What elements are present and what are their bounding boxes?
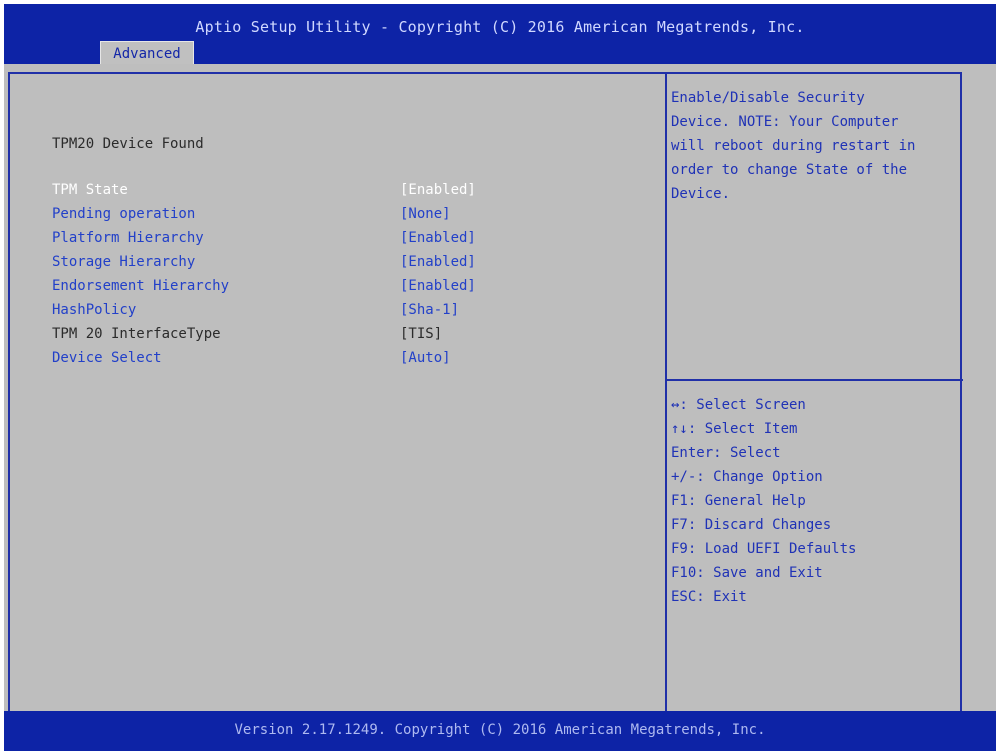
tab-advanced[interactable]: Advanced bbox=[100, 41, 194, 65]
setting-label-device-select[interactable]: Device Select bbox=[52, 350, 162, 366]
help-divider bbox=[665, 379, 963, 381]
setting-value-storage-hierarchy[interactable]: [Enabled] bbox=[400, 254, 476, 270]
key-load-defaults: F9: Load UEFI Defaults bbox=[671, 541, 857, 557]
footer-version-text: Version 2.17.1249. Copyright (C) 2016 Am… bbox=[234, 722, 766, 738]
footer-bar: Version 2.17.1249. Copyright (C) 2016 Am… bbox=[4, 711, 996, 751]
key-discard-changes: F7: Discard Changes bbox=[671, 517, 832, 533]
help-text: Enable/Disable Security Device. NOTE: Yo… bbox=[671, 90, 916, 202]
setting-value-tpm-state[interactable]: [Enabled] bbox=[400, 182, 476, 198]
key-enter-select: Enter: Select bbox=[671, 445, 781, 461]
key-general-help: F1: General Help bbox=[671, 493, 806, 509]
key-change-option: +/-: Change Option bbox=[671, 469, 823, 485]
key-select-item: ↑↓: Select Item bbox=[671, 421, 798, 437]
setting-label-pending-operation[interactable]: Pending operation bbox=[52, 206, 195, 222]
setting-value-hashpolicy[interactable]: [Sha-1] bbox=[400, 302, 459, 318]
setting-value-platform-hierarchy[interactable]: [Enabled] bbox=[400, 230, 476, 246]
setting-value-tpm20-interfacetype: [TIS] bbox=[400, 326, 443, 342]
key-legend: ↔: Select Screen ↑↓: Select Item Enter: … bbox=[671, 393, 959, 609]
setting-label-hashpolicy[interactable]: HashPolicy bbox=[52, 302, 136, 318]
setting-value-device-select[interactable]: [Auto] bbox=[400, 350, 451, 366]
key-save-exit: F10: Save and Exit bbox=[671, 565, 823, 581]
header-title: Aptio Setup Utility - Copyright (C) 2016… bbox=[195, 18, 805, 36]
key-esc-exit: ESC: Exit bbox=[671, 589, 747, 605]
setting-label-tpm-state[interactable]: TPM State bbox=[52, 182, 128, 198]
setting-label-tpm20-interfacetype: TPM 20 InterfaceType bbox=[52, 326, 221, 342]
setting-label-storage-hierarchy[interactable]: Storage Hierarchy bbox=[52, 254, 195, 270]
header-bar: Aptio Setup Utility - Copyright (C) 2016… bbox=[4, 4, 996, 65]
bios-screen: Aptio Setup Utility - Copyright (C) 2016… bbox=[0, 0, 1000, 754]
setting-value-pending-operation[interactable]: [None] bbox=[400, 206, 451, 222]
setting-label-endorsement-hierarchy[interactable]: Endorsement Hierarchy bbox=[52, 278, 229, 294]
key-select-screen: ↔: Select Screen bbox=[671, 397, 806, 413]
setting-label-platform-hierarchy[interactable]: Platform Hierarchy bbox=[52, 230, 204, 246]
section-title: TPM20 Device Found bbox=[52, 136, 204, 152]
setting-value-endorsement-hierarchy[interactable]: [Enabled] bbox=[400, 278, 476, 294]
